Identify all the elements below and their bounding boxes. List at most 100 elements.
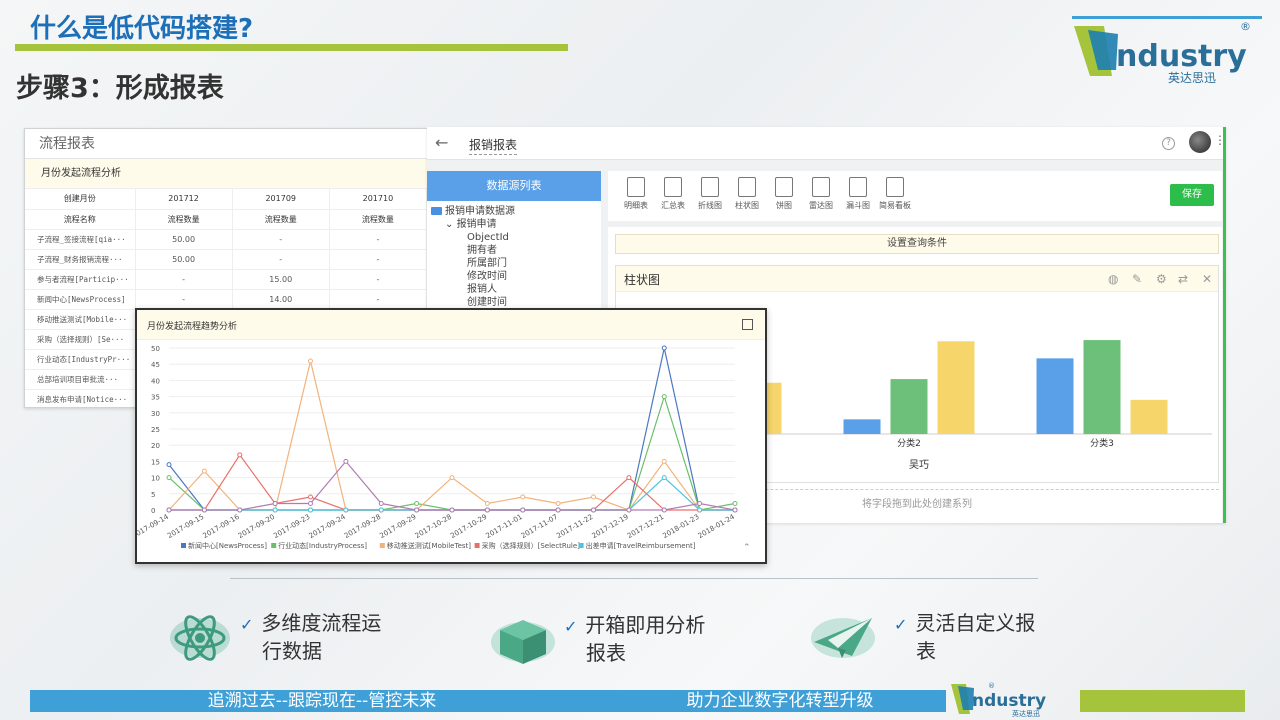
table-cell: 总部培训项目审批流···	[25, 369, 136, 390]
bar	[843, 419, 881, 434]
legend-swatch[interactable]	[474, 543, 480, 548]
tool-funnel-chart[interactable]: 漏斗图	[840, 177, 876, 211]
table-row: 创建月份 201712 201709 201710	[25, 189, 427, 210]
bar	[1130, 399, 1168, 434]
report-table-subtitle: 月份发起流程分析	[25, 159, 427, 189]
data-point	[591, 494, 596, 500]
legend-swatch[interactable]	[181, 543, 186, 548]
data-point	[166, 475, 172, 481]
radar-chart-icon	[812, 177, 830, 197]
edit-icon[interactable]: ✎	[1132, 272, 1142, 286]
tool-radar-chart[interactable]: 雷达图	[803, 177, 839, 211]
globe-icon[interactable]: ◍	[1108, 272, 1118, 286]
tree-child[interactable]: ⌄ 报销申请	[431, 218, 601, 231]
gear-icon[interactable]: ⚙	[1156, 272, 1167, 286]
data-point	[237, 452, 243, 458]
tree-field-item[interactable]: 报销人	[431, 283, 601, 296]
footer-slogan-mid: 助力企业数字化转型升级	[614, 690, 946, 712]
data-point	[449, 475, 455, 481]
tool-line-chart[interactable]: 折线图	[692, 177, 728, 211]
legend-swatch[interactable]	[271, 543, 277, 548]
data-point	[343, 458, 349, 464]
table-row: 流程名称 流程数量 流程数量 流程数量	[25, 209, 427, 230]
legend-label[interactable]: 出差申请[TravelReimbursement]	[586, 541, 696, 550]
table-cell: 参与者流程[Particip···	[25, 269, 136, 290]
expand-icon[interactable]	[742, 319, 753, 330]
data-point	[520, 494, 526, 500]
tool-detail-table[interactable]: 明细表	[618, 177, 654, 211]
series-line	[169, 460, 736, 511]
data-point	[661, 475, 667, 481]
tool-label: 柱状图	[735, 201, 759, 210]
industry-logo-small: ndustry 英达思迅 ®	[951, 682, 1046, 718]
tool-dashboard[interactable]: 简易看板	[877, 177, 913, 211]
title-underline	[15, 44, 568, 51]
x-tick-label: 2017-12-19	[591, 513, 630, 540]
dashboard-icon	[886, 177, 904, 197]
tool-label: 简易看板	[879, 201, 911, 210]
tree-root[interactable]: 报销申请数据源	[431, 205, 601, 218]
x-tick-label: 2017-11-01	[485, 513, 524, 540]
swap-icon[interactable]: ⇄	[1178, 272, 1188, 286]
x-tick-label: 2017-09-29	[378, 513, 417, 540]
y-tick-label: 30	[151, 410, 160, 418]
data-point	[732, 507, 738, 513]
more-menu-icon[interactable]: ⋮	[1214, 133, 1223, 147]
save-button[interactable]: 保存	[1170, 184, 1214, 206]
table-cell: 移动推送测试[Mobile···	[25, 309, 136, 330]
bar	[1083, 340, 1121, 434]
collapse-legend-icon[interactable]: ⌃	[743, 543, 751, 553]
table-cell: 14.00	[232, 289, 330, 310]
y-tick-label: 10	[151, 475, 160, 483]
table-cell: 流程数量	[232, 209, 330, 230]
logo-brand-text: ndustry	[1116, 39, 1247, 74]
x-axis-label: 吴巧	[909, 459, 929, 471]
data-point	[697, 507, 703, 513]
x-tick-label: 2017-09-23	[272, 513, 311, 540]
check-icon: ✓	[564, 617, 578, 636]
table-cell: 201712	[135, 189, 233, 210]
x-tick-label: 2018-01-24	[697, 513, 737, 541]
bar-chart-icon	[738, 177, 756, 197]
x-tick-label: 2017-10-29	[449, 513, 488, 540]
tool-summary-table[interactable]: 汇总表	[655, 177, 691, 211]
y-tick-label: 45	[151, 361, 160, 369]
report-name-title[interactable]: 报销报表	[469, 136, 518, 155]
close-icon[interactable]: ✕	[1202, 272, 1212, 286]
table-cell: 创建月份	[25, 189, 136, 210]
query-condition-bar[interactable]: 设置查询条件	[615, 234, 1219, 254]
y-tick-label: 20	[151, 442, 160, 450]
data-point	[591, 507, 596, 513]
legend-label[interactable]: 行业动态[IndustryProcess]	[278, 541, 367, 550]
logo-small-sub: 英达思迅	[1012, 709, 1040, 718]
tree-field-item[interactable]: 修改时间	[431, 270, 601, 283]
bar	[937, 341, 975, 434]
pie-chart-icon	[775, 177, 793, 197]
back-arrow-icon[interactable]: ←	[435, 133, 448, 152]
bar-chart-title: 柱状图	[624, 273, 661, 287]
table-cell: 子流程_财务报销流程···	[25, 249, 136, 270]
data-point	[272, 501, 278, 507]
x-tick-label: 2017-09-15	[166, 513, 205, 540]
data-source-tree: 报销申请数据源 ⌄ 报销申请 ObjectId 拥有者 所属部门 修改时间 报销人 创建时…	[427, 201, 601, 309]
legend-label[interactable]: 采购（选择规则）[SelectRule]	[482, 541, 581, 550]
detail-table-icon	[627, 177, 645, 197]
tool-bar-chart[interactable]: 柱状图	[729, 177, 765, 211]
trend-line-chart: 0 5 10 15 20 25 30 35 40 45 50 2017-09-142017-09-15…	[131, 345, 751, 553]
tool-pie-chart[interactable]: 饼图	[766, 177, 802, 211]
avatar[interactable]	[1189, 131, 1211, 153]
tree-field-item[interactable]: ObjectId	[431, 231, 601, 244]
legend-label[interactable]: 新闻中心[NewsProcess]	[188, 541, 267, 550]
tree-field-item[interactable]: 所属部门	[431, 257, 601, 270]
legend-label[interactable]: 移动推送测试[MobileTest]	[387, 541, 471, 550]
y-tick-label: 0	[151, 507, 155, 515]
bar	[1036, 358, 1074, 434]
tree-field-item[interactable]: 拥有者	[431, 244, 601, 257]
help-icon[interactable]: ?	[1162, 137, 1175, 150]
table-cell: -	[329, 289, 427, 310]
table-cell: 50.00	[135, 249, 233, 270]
legend-swatch[interactable]	[578, 543, 584, 548]
x-tick-label: 2018-01-23	[661, 513, 700, 540]
slide-title: 什么是低代码搭建?	[30, 14, 254, 44]
legend-swatch[interactable]	[379, 543, 385, 548]
